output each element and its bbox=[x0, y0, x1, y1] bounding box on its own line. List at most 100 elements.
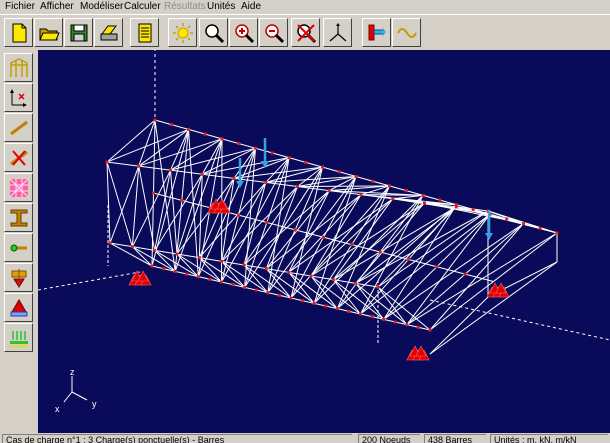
structure-button[interactable] bbox=[4, 53, 33, 82]
truss-node bbox=[130, 245, 134, 249]
delete-bar-icon bbox=[10, 150, 28, 166]
mesh-button[interactable] bbox=[4, 173, 33, 202]
menu-aide[interactable]: Aide bbox=[241, 1, 261, 12]
structure-3d-view[interactable]: z x y bbox=[38, 50, 610, 433]
axis-y-label: y bbox=[92, 399, 97, 409]
truss-node bbox=[421, 193, 425, 197]
page-properties-button[interactable] bbox=[130, 18, 159, 47]
truss-node bbox=[237, 213, 240, 217]
menu-afficher[interactable]: Afficher bbox=[40, 1, 74, 12]
mesh-icon bbox=[9, 178, 29, 198]
truss-node bbox=[391, 197, 395, 201]
node-button[interactable] bbox=[4, 233, 33, 262]
light-button[interactable] bbox=[168, 18, 197, 47]
support-icon bbox=[128, 270, 152, 286]
truss-member bbox=[380, 251, 409, 260]
truss-node bbox=[423, 201, 426, 205]
truss-node bbox=[301, 299, 305, 303]
status-bar: Cas de charge n°1 : 3 Charge(s) ponctuel… bbox=[0, 433, 610, 443]
open-button[interactable] bbox=[34, 18, 63, 47]
wave-button[interactable] bbox=[392, 18, 421, 47]
truss-node bbox=[304, 160, 308, 164]
section-profile-button[interactable] bbox=[4, 203, 33, 232]
truss-node bbox=[266, 291, 270, 295]
zoom-in-button[interactable] bbox=[229, 18, 258, 47]
menu-fichier[interactable]: Fichier bbox=[5, 1, 35, 12]
axes-button[interactable] bbox=[4, 83, 33, 112]
truss-node bbox=[416, 325, 420, 329]
status-bar-count: 438 Barres bbox=[424, 434, 486, 443]
truss-node bbox=[203, 132, 207, 136]
menu-modeliser[interactable]: Modéliser bbox=[80, 1, 123, 12]
truss-node bbox=[454, 205, 458, 209]
truss-member bbox=[106, 161, 139, 167]
truss-node bbox=[242, 263, 246, 267]
new-file-button[interactable] bbox=[4, 18, 33, 47]
truss-node bbox=[264, 180, 268, 184]
truss-node bbox=[378, 250, 382, 254]
truss-node bbox=[173, 269, 177, 273]
truss-node bbox=[254, 288, 258, 292]
truss-node bbox=[393, 320, 397, 324]
truss-node bbox=[105, 160, 109, 164]
truss-node bbox=[522, 222, 525, 226]
truss-node bbox=[324, 304, 328, 308]
menu-calculer[interactable]: Calculer bbox=[124, 1, 161, 12]
truss-nodes bbox=[105, 118, 559, 332]
support-icon bbox=[406, 345, 430, 361]
truss-node bbox=[232, 176, 236, 180]
delete-bar-button[interactable] bbox=[4, 143, 33, 172]
truss-node bbox=[243, 285, 247, 289]
zoom-out-button[interactable] bbox=[259, 18, 288, 47]
zoom-icon bbox=[205, 24, 225, 44]
truss-node bbox=[354, 175, 358, 178]
truss-node bbox=[265, 221, 269, 224]
truss-node bbox=[350, 243, 354, 247]
truss-node bbox=[435, 265, 439, 269]
truss-node bbox=[327, 189, 331, 193]
menu-bar: Fichier Afficher Modéliser Calculer Résu… bbox=[0, 0, 610, 14]
bar-button[interactable] bbox=[4, 113, 33, 142]
truss-node bbox=[405, 323, 409, 327]
truss-node bbox=[200, 172, 204, 176]
truss-node bbox=[371, 179, 375, 183]
truss-node bbox=[538, 226, 542, 230]
truss-node bbox=[287, 270, 291, 274]
hammer-button[interactable] bbox=[362, 18, 391, 47]
truss-member bbox=[198, 174, 203, 258]
side-toolbar bbox=[0, 50, 38, 433]
status-node-count: 200 Noeuds bbox=[358, 434, 420, 443]
truss-node bbox=[359, 312, 362, 316]
truss-node bbox=[404, 189, 408, 193]
wave-icon bbox=[397, 28, 417, 38]
truss-node bbox=[322, 235, 325, 239]
truss-node bbox=[108, 241, 112, 245]
zoom-reset-button[interactable] bbox=[291, 18, 320, 47]
page-properties-icon bbox=[138, 23, 152, 43]
truss-node bbox=[185, 272, 189, 276]
truss-node bbox=[180, 198, 184, 202]
support-button[interactable] bbox=[4, 263, 33, 292]
truss-node bbox=[335, 307, 339, 311]
axes-3d-button[interactable] bbox=[323, 18, 352, 47]
menu-unites[interactable]: Unités bbox=[207, 1, 235, 12]
truss-member bbox=[202, 147, 256, 175]
truss-node bbox=[347, 309, 351, 313]
menu-resultats[interactable]: Résultats bbox=[164, 1, 206, 12]
axes-icon bbox=[10, 89, 27, 107]
model-viewport[interactable]: z x y bbox=[38, 50, 610, 433]
zoom-button[interactable] bbox=[199, 18, 228, 47]
load-button[interactable] bbox=[4, 293, 33, 322]
section-profile-icon bbox=[10, 209, 28, 227]
truss-member bbox=[170, 169, 203, 175]
distributed-load-button[interactable] bbox=[4, 323, 33, 352]
truss-node bbox=[162, 267, 166, 271]
print-button[interactable] bbox=[94, 18, 123, 47]
truss-member bbox=[288, 194, 362, 273]
truss-member bbox=[202, 173, 235, 179]
truss-node bbox=[312, 301, 316, 305]
truss-node bbox=[471, 207, 475, 211]
truss-node bbox=[354, 281, 358, 285]
save-button[interactable] bbox=[64, 18, 93, 47]
truss-member bbox=[138, 129, 189, 167]
